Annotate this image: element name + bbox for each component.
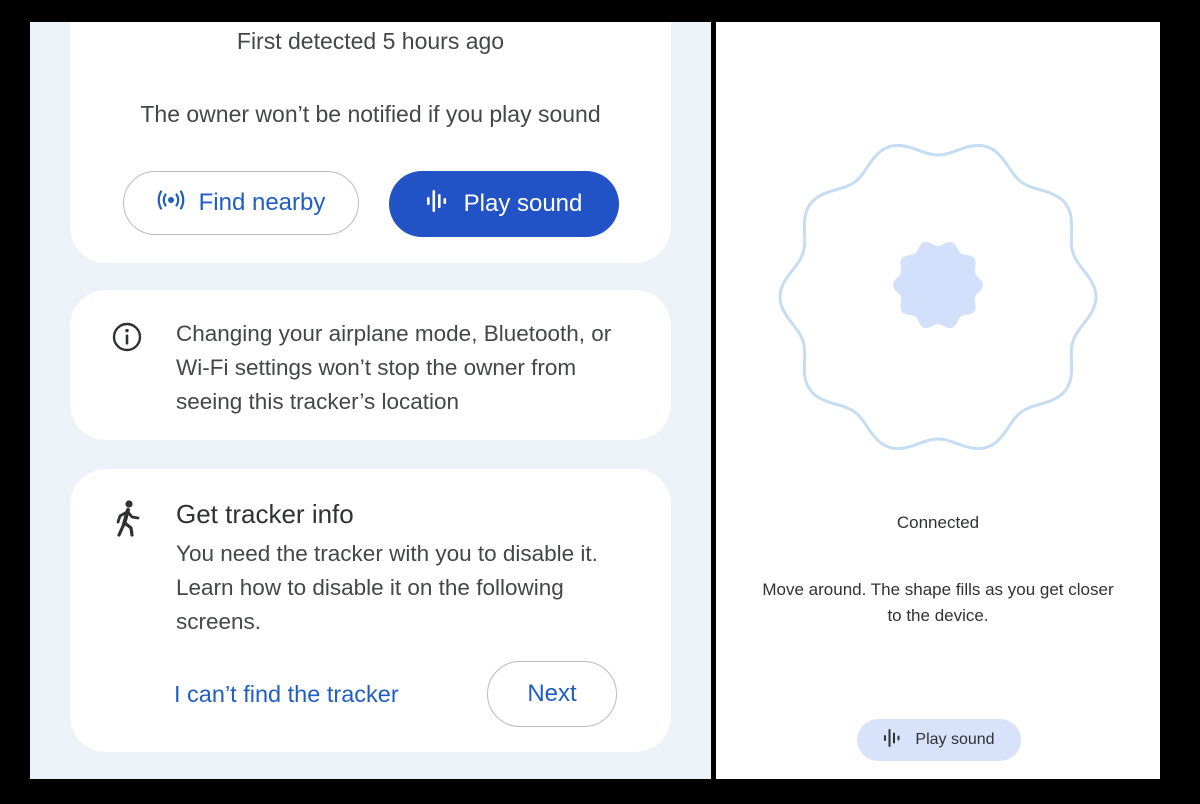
- proximity-fill: [893, 241, 983, 329]
- play-sound-chip-label: Play sound: [915, 731, 995, 748]
- info-icon: [112, 322, 142, 352]
- settings-info-text: Changing your airplane mode, Bluetooth, …: [176, 321, 612, 414]
- connection-status: Connected: [896, 513, 980, 532]
- next-button[interactable]: Next: [487, 661, 617, 727]
- next-label: Next: [527, 680, 577, 707]
- find-nearby-button[interactable]: Find nearby: [123, 171, 359, 235]
- play-sound-button[interactable]: Play sound: [389, 171, 619, 237]
- tracker-info-card: Get tracker info You need the tracker wi…: [70, 469, 671, 752]
- tracker-info-text: You need the tracker with you to disable…: [176, 541, 598, 634]
- tracker-alert-screen: First detected 5 hours ago The owner won…: [30, 22, 711, 779]
- walking-person-icon: [114, 499, 142, 537]
- proximity-shape: [778, 137, 1098, 457]
- radar-icon: [157, 189, 185, 217]
- sound-wave-icon: [883, 728, 901, 753]
- cant-find-tracker-link[interactable]: I can’t find the tracker: [174, 681, 399, 708]
- tracker-actions-card: First detected 5 hours ago The owner won…: [70, 22, 671, 263]
- find-nearby-label: Find nearby: [198, 189, 326, 216]
- play-sound-label: Play sound: [463, 190, 583, 217]
- find-nearby-screen: Connected Move around. The shape fills a…: [716, 22, 1160, 779]
- owner-notice-text: The owner won’t be notified if you play …: [140, 101, 601, 127]
- first-detected-text: First detected 5 hours ago: [236, 28, 505, 54]
- instruction-text: Move around. The shape fills as you get …: [762, 580, 1114, 625]
- sound-wave-icon: [426, 188, 448, 221]
- settings-info-card: Changing your airplane mode, Bluetooth, …: [70, 290, 671, 440]
- play-sound-chip[interactable]: Play sound: [857, 719, 1021, 761]
- tracker-info-title: Get tracker info: [176, 499, 354, 529]
